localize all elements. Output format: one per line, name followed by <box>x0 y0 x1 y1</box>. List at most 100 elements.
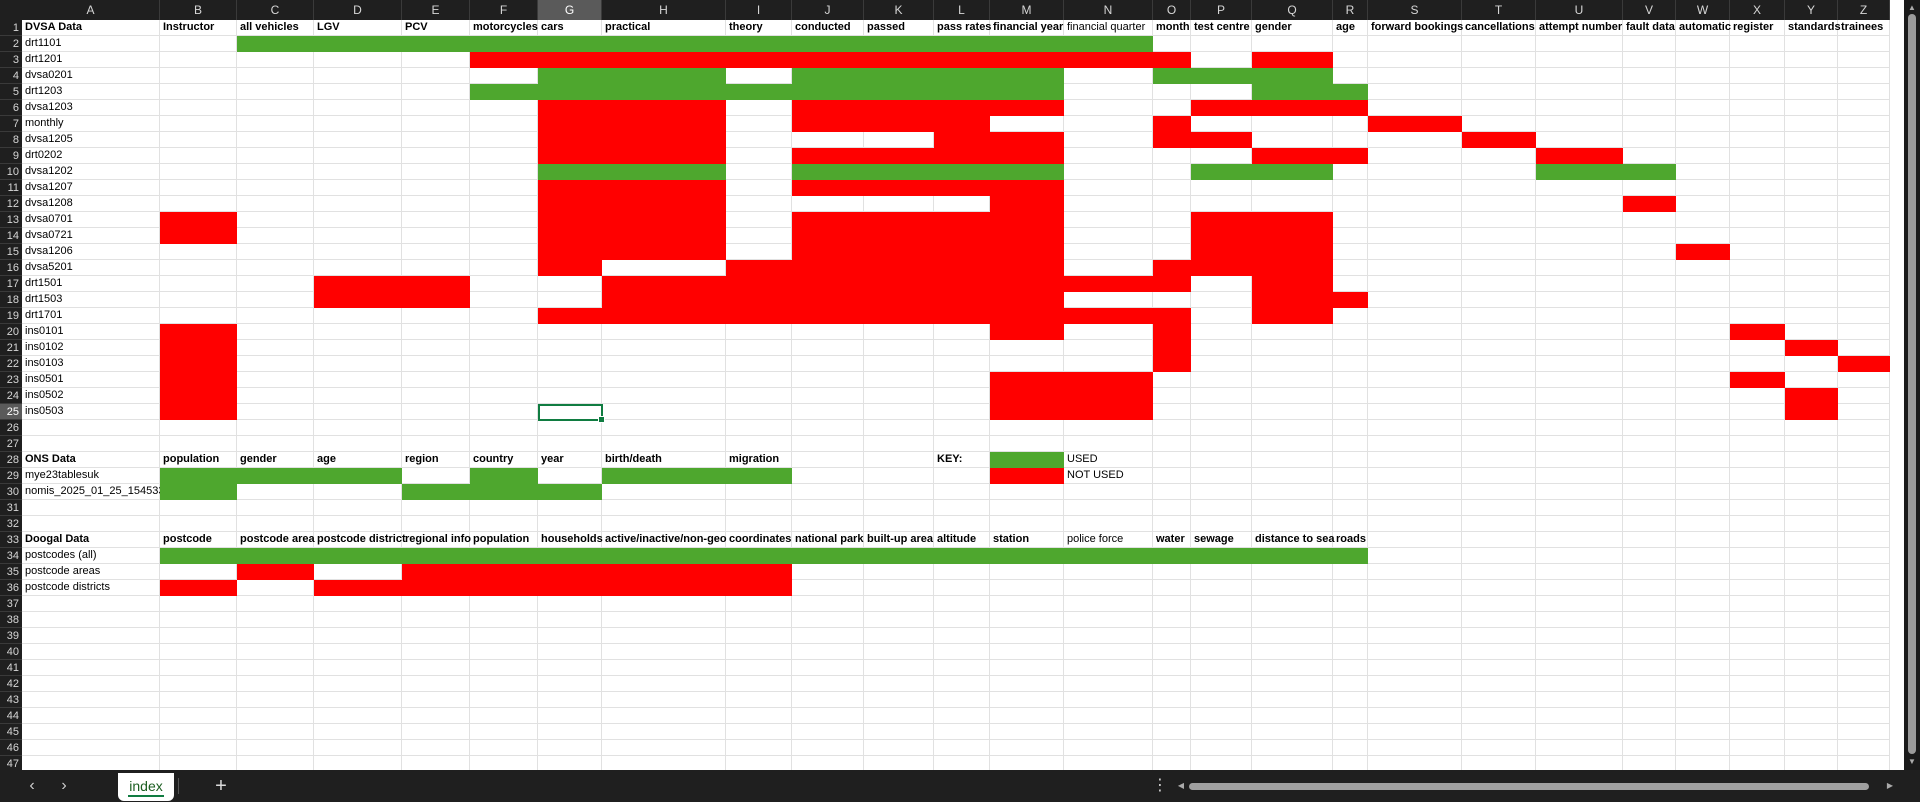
cell-z16[interactable] <box>1838 260 1890 276</box>
cell-t33[interactable] <box>1462 532 1536 548</box>
cell-d36[interactable] <box>314 580 402 596</box>
cell-j45[interactable] <box>792 724 864 740</box>
cell-n36[interactable] <box>1064 580 1153 596</box>
cell-a26[interactable] <box>22 420 160 436</box>
cell-q22[interactable] <box>1252 356 1333 372</box>
cell-z3[interactable] <box>1838 52 1890 68</box>
cell-s40[interactable] <box>1368 644 1462 660</box>
cell-z27[interactable] <box>1838 436 1890 452</box>
cell-r10[interactable] <box>1333 164 1368 180</box>
cell-s12[interactable] <box>1368 196 1462 212</box>
cell-t38[interactable] <box>1462 612 1536 628</box>
cell-y26[interactable] <box>1785 420 1838 436</box>
cell-i22[interactable] <box>726 356 792 372</box>
cell-d40[interactable] <box>314 644 402 660</box>
cell-y25[interactable] <box>1785 404 1838 420</box>
cell-q16[interactable] <box>1252 260 1333 276</box>
cell-n37[interactable] <box>1064 596 1153 612</box>
cell-o16[interactable] <box>1153 260 1191 276</box>
cell-g1[interactable]: cars <box>538 20 602 36</box>
cell-a5[interactable]: drt1203 <box>22 84 160 100</box>
cell-k33[interactable]: built-up area <box>864 532 934 548</box>
cell-x23[interactable] <box>1730 372 1785 388</box>
cell-t26[interactable] <box>1462 420 1536 436</box>
cell-w19[interactable] <box>1676 308 1730 324</box>
cell-k30[interactable] <box>864 484 934 500</box>
cell-w4[interactable] <box>1676 68 1730 84</box>
cell-x32[interactable] <box>1730 516 1785 532</box>
cell-c38[interactable] <box>237 612 314 628</box>
cell-d15[interactable] <box>314 244 402 260</box>
cell-m44[interactable] <box>990 708 1064 724</box>
cell-j32[interactable] <box>792 516 864 532</box>
cell-p34[interactable] <box>1191 548 1252 564</box>
cell-w2[interactable] <box>1676 36 1730 52</box>
cell-s33[interactable] <box>1368 532 1462 548</box>
cell-s43[interactable] <box>1368 692 1462 708</box>
cell-k4[interactable] <box>864 68 934 84</box>
cell-u23[interactable] <box>1536 372 1623 388</box>
cell-k17[interactable] <box>864 276 934 292</box>
cell-a9[interactable]: drt0202 <box>22 148 160 164</box>
cell-t21[interactable] <box>1462 340 1536 356</box>
cell-v36[interactable] <box>1623 580 1676 596</box>
cell-n35[interactable] <box>1064 564 1153 580</box>
cell-m41[interactable] <box>990 660 1064 676</box>
cell-v16[interactable] <box>1623 260 1676 276</box>
scroll-right-icon[interactable]: ▶ <box>1884 778 1896 794</box>
cell-d12[interactable] <box>314 196 402 212</box>
cell-i15[interactable] <box>726 244 792 260</box>
column-header-a[interactable]: A <box>22 0 160 20</box>
cell-g3[interactable] <box>538 52 602 68</box>
cell-a28[interactable]: ONS Data <box>22 452 160 468</box>
cell-z30[interactable] <box>1838 484 1890 500</box>
cell-a3[interactable]: drt1201 <box>22 52 160 68</box>
cell-x41[interactable] <box>1730 660 1785 676</box>
cell-f13[interactable] <box>470 212 538 228</box>
cell-q28[interactable] <box>1252 452 1333 468</box>
cell-d47[interactable] <box>314 756 402 770</box>
cell-m2[interactable] <box>990 36 1064 52</box>
cell-b1[interactable]: Instructor <box>160 20 237 36</box>
cell-r14[interactable] <box>1333 228 1368 244</box>
cell-y35[interactable] <box>1785 564 1838 580</box>
cell-s46[interactable] <box>1368 740 1462 756</box>
cell-r19[interactable] <box>1333 308 1368 324</box>
cell-n38[interactable] <box>1064 612 1153 628</box>
cell-x7[interactable] <box>1730 116 1785 132</box>
cell-s21[interactable] <box>1368 340 1462 356</box>
cell-a16[interactable]: dvsa5201 <box>22 260 160 276</box>
cell-z33[interactable] <box>1838 532 1890 548</box>
cell-b5[interactable] <box>160 84 237 100</box>
cell-d3[interactable] <box>314 52 402 68</box>
cell-d5[interactable] <box>314 84 402 100</box>
cell-s38[interactable] <box>1368 612 1462 628</box>
cell-g42[interactable] <box>538 676 602 692</box>
cell-r42[interactable] <box>1333 676 1368 692</box>
cell-q29[interactable] <box>1252 468 1333 484</box>
cell-f43[interactable] <box>470 692 538 708</box>
cell-f31[interactable] <box>470 500 538 516</box>
cell-k20[interactable] <box>864 324 934 340</box>
cell-h24[interactable] <box>602 388 726 404</box>
cell-w44[interactable] <box>1676 708 1730 724</box>
cell-a11[interactable]: dvsa1207 <box>22 180 160 196</box>
cell-x13[interactable] <box>1730 212 1785 228</box>
cell-n25[interactable] <box>1064 404 1153 420</box>
cell-g2[interactable] <box>538 36 602 52</box>
horizontal-scrollbar[interactable]: ◀ ▶ <box>1175 778 1900 794</box>
cell-f26[interactable] <box>470 420 538 436</box>
cell-b22[interactable] <box>160 356 237 372</box>
cell-p40[interactable] <box>1191 644 1252 660</box>
cell-n19[interactable] <box>1064 308 1153 324</box>
cell-u27[interactable] <box>1536 436 1623 452</box>
cell-k11[interactable] <box>864 180 934 196</box>
cell-d7[interactable] <box>314 116 402 132</box>
cell-v14[interactable] <box>1623 228 1676 244</box>
cell-z35[interactable] <box>1838 564 1890 580</box>
cell-r37[interactable] <box>1333 596 1368 612</box>
cell-q31[interactable] <box>1252 500 1333 516</box>
cell-p15[interactable] <box>1191 244 1252 260</box>
cell-x26[interactable] <box>1730 420 1785 436</box>
cell-u6[interactable] <box>1536 100 1623 116</box>
